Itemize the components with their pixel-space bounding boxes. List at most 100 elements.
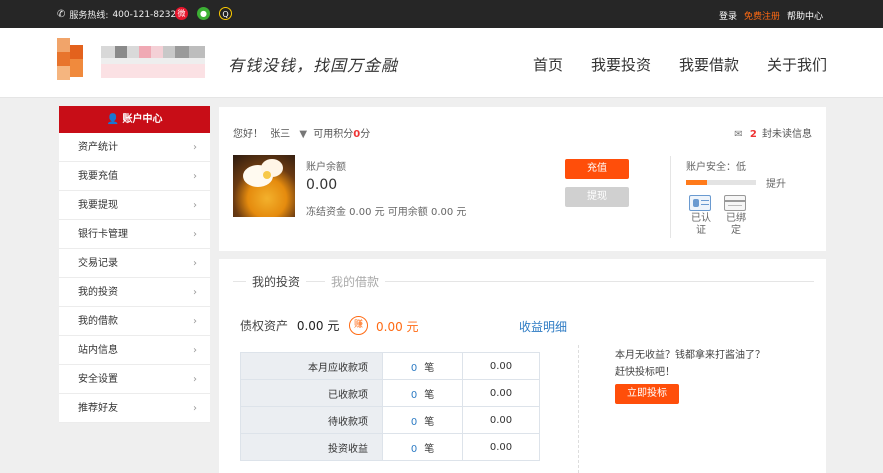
security-level-fill bbox=[686, 180, 707, 185]
unread-label: 封未读信息 bbox=[762, 129, 812, 140]
row-count: 0 bbox=[410, 416, 418, 428]
nav-invest[interactable]: 我要投资 bbox=[591, 54, 651, 75]
table-row: 已收款项 0笔 0.00 bbox=[240, 379, 540, 407]
phone-icon: ✆ bbox=[57, 9, 66, 20]
tab-line bbox=[233, 281, 814, 282]
qq-icon[interactable]: Q bbox=[219, 7, 232, 20]
withdraw-button[interactable]: 提现 bbox=[565, 187, 629, 207]
row-amount: 0.00 bbox=[462, 352, 540, 380]
nav-about[interactable]: 关于我们 bbox=[767, 54, 827, 75]
points-unit: 分 bbox=[360, 129, 371, 140]
nav-home[interactable]: 首页 bbox=[533, 54, 563, 75]
dashed-divider bbox=[578, 345, 579, 473]
bank-card-icon[interactable] bbox=[724, 195, 746, 211]
table-row: 本月应收款项 0笔 0.00 bbox=[240, 352, 540, 380]
sidebar-item-security-settings[interactable]: 安全设置 › bbox=[59, 365, 210, 394]
help-center-link[interactable]: 帮助中心 bbox=[787, 9, 823, 22]
chevron-right-icon: › bbox=[193, 316, 197, 327]
username: 张三 bbox=[270, 129, 291, 140]
recharge-button[interactable]: 充值 bbox=[565, 159, 629, 179]
upgrade-link[interactable]: 提升 bbox=[766, 175, 786, 190]
table-row: 投资收益 0笔 0.00 bbox=[240, 433, 540, 461]
security-label: 账户安全：低 bbox=[686, 162, 746, 173]
debt-value: 0.00 元 bbox=[296, 319, 340, 333]
tab-my-investments[interactable]: 我的投资 bbox=[246, 273, 307, 290]
row-label: 已收款项 bbox=[240, 379, 383, 407]
row-unit: 笔 bbox=[424, 389, 435, 401]
sidebar-item-my-loans[interactable]: 我的借款 › bbox=[59, 307, 210, 336]
row-label: 待收款项 bbox=[240, 406, 383, 434]
promo-line-2: 赶快投标吧！ bbox=[615, 367, 675, 378]
row-count: 0 bbox=[410, 389, 418, 401]
chevron-right-icon: › bbox=[193, 200, 197, 211]
row-amount: 0.00 bbox=[462, 379, 540, 407]
sidebar-item-asset-stats[interactable]: 资产统计 › bbox=[59, 133, 210, 162]
mail-icon: ✉ bbox=[734, 129, 743, 140]
earn-badge-icon: 赚 bbox=[349, 316, 368, 335]
verified-label: 已认 证 bbox=[691, 213, 711, 236]
chevron-right-icon: › bbox=[193, 258, 197, 269]
earn-value: 0.00 元 bbox=[376, 320, 419, 334]
register-link[interactable]: 免费注册 bbox=[744, 9, 780, 22]
top-links: 登录 免费注册 帮助中心 bbox=[719, 9, 823, 22]
sidebar-item-bank-cards[interactable]: 银行卡管理 › bbox=[59, 220, 210, 249]
row-amount: 0.00 bbox=[462, 433, 540, 461]
top-bar: ✆ 服务热线: 400-121-8232 微 ● Q 登录 免费注册 帮助中心 bbox=[0, 0, 883, 28]
wechat-icon[interactable]: ● bbox=[197, 7, 210, 20]
points-label: 可用积分 bbox=[313, 129, 354, 140]
unread-count: 2 bbox=[749, 129, 757, 140]
site-logo[interactable] bbox=[57, 38, 207, 88]
hotline-number: 400-121-8232 bbox=[112, 9, 177, 20]
row-count: 0 bbox=[410, 362, 418, 374]
debt-label: 债权资产 bbox=[240, 319, 289, 333]
account-sidebar: 👤 账户中心 资产统计 › 我要充值 › 我要提现 › 银行卡管理 › 交易记录 › 我的… bbox=[59, 106, 210, 423]
nav-borrow[interactable]: 我要借款 bbox=[679, 54, 739, 75]
funds-detail: 冻结资金 0.00 元 可用余额 0.00 元 bbox=[306, 207, 467, 218]
row-unit: 笔 bbox=[424, 416, 435, 428]
row-amount: 0.00 bbox=[462, 406, 540, 434]
balance-label: 账户余额 bbox=[306, 162, 346, 173]
account-avatar bbox=[233, 155, 295, 217]
main-nav: 首页 我要投资 我要借款 关于我们 bbox=[533, 54, 827, 75]
greeting: 您好！ bbox=[233, 129, 263, 140]
row-unit: 笔 bbox=[424, 362, 435, 374]
slogan: 有钱没钱，找国万金融 bbox=[228, 56, 399, 75]
divider bbox=[670, 156, 671, 238]
unread-messages[interactable]: ✉ 2 封未读信息 bbox=[734, 125, 812, 140]
debt-assets: 债权资产 0.00 元 bbox=[240, 317, 339, 334]
id-card-icon[interactable] bbox=[689, 195, 711, 211]
sidebar-item-recharge[interactable]: 我要充值 › bbox=[59, 162, 210, 191]
site-header: 有钱没钱，找国万金融 首页 我要投资 我要借款 关于我们 bbox=[0, 28, 883, 98]
social-links: 微 ● Q bbox=[175, 7, 232, 20]
chevron-right-icon: › bbox=[193, 374, 197, 385]
hotline-label: 服务热线: bbox=[69, 11, 109, 21]
bound-label: 已绑 定 bbox=[726, 213, 746, 236]
row-count: 0 bbox=[410, 443, 418, 455]
chevron-right-icon: › bbox=[193, 287, 197, 298]
account-summary-card: 您好！ 张三 ▼ 可用积分0分 ✉ 2 封未读信息 账户余额 0.00 冻结资金… bbox=[219, 107, 826, 251]
row-unit: 笔 bbox=[424, 443, 435, 455]
row-label: 本月应收款项 bbox=[240, 352, 383, 380]
earnings-detail-link[interactable]: 收益明细 bbox=[519, 318, 567, 335]
sidebar-title: 👤 账户中心 bbox=[59, 106, 210, 133]
investment-card: 我的投资 我的借款 债权资产 0.00 元 赚 0.00 元 收益明细 本月应收… bbox=[219, 259, 826, 473]
invest-now-button[interactable]: 立即投标 bbox=[615, 384, 679, 404]
promo-line-1: 本月无收益？钱都拿来打酱油了？ bbox=[615, 350, 765, 361]
chevron-right-icon: › bbox=[193, 229, 197, 240]
weibo-icon[interactable]: 微 bbox=[175, 7, 188, 20]
user-icon: 👤 bbox=[106, 114, 119, 125]
login-link[interactable]: 登录 bbox=[719, 9, 737, 22]
tab-my-loans[interactable]: 我的借款 bbox=[325, 273, 386, 290]
table-row: 待收款项 0笔 0.00 bbox=[240, 406, 540, 434]
hotline: ✆ 服务热线: 400-121-8232 bbox=[57, 8, 176, 21]
chevron-right-icon: › bbox=[193, 171, 197, 182]
sidebar-item-messages[interactable]: 站内信息 › bbox=[59, 336, 210, 365]
sidebar-item-transactions[interactable]: 交易记录 › bbox=[59, 249, 210, 278]
chevron-right-icon: › bbox=[193, 142, 197, 153]
sidebar-item-withdraw[interactable]: 我要提现 › bbox=[59, 191, 210, 220]
points-filter-icon: ▼ bbox=[299, 129, 308, 140]
security-level-bar bbox=[686, 180, 756, 185]
sidebar-item-refer-friends[interactable]: 推荐好友 › bbox=[59, 394, 210, 423]
sidebar-item-my-investments[interactable]: 我的投资 › bbox=[59, 278, 210, 307]
row-label: 投资收益 bbox=[240, 433, 383, 461]
